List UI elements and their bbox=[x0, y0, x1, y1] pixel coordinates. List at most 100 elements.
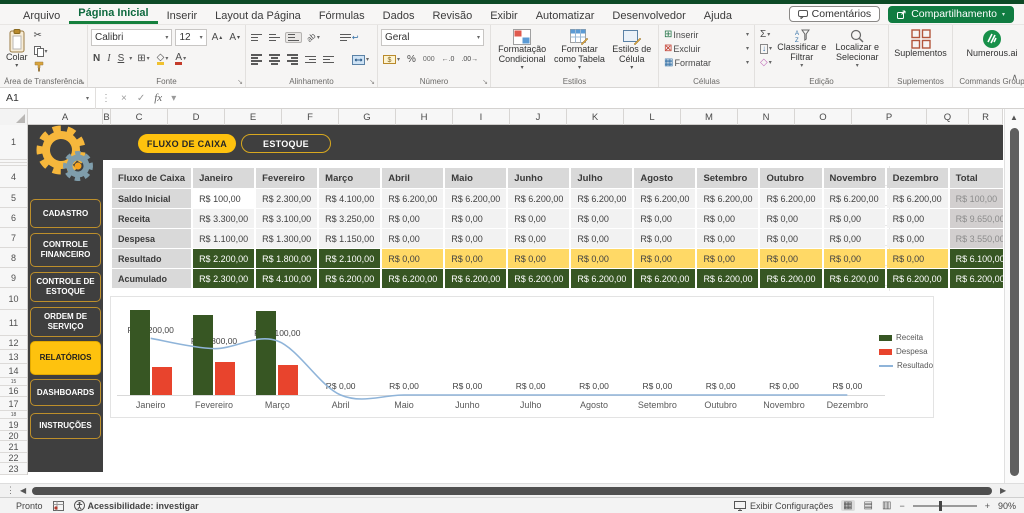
table-total-cell[interactable]: R$ 3.550,00 bbox=[950, 229, 1003, 248]
row-header-6[interactable]: 6 bbox=[0, 208, 27, 228]
menu-tab-formulas[interactable]: Fórmulas bbox=[310, 4, 374, 24]
sidebar-item-cadastro[interactable]: CADASTRO bbox=[30, 199, 101, 228]
table-header-cell[interactable]: Janeiro bbox=[193, 168, 254, 188]
column-header-g[interactable]: G bbox=[339, 109, 396, 125]
table-cell[interactable]: R$ 0,00 bbox=[634, 229, 695, 248]
row-label[interactable]: Saldo Inicial bbox=[112, 189, 191, 208]
sheet-tab-estoque[interactable]: ESTOQUE bbox=[241, 134, 331, 153]
menu-tab-layout-da-pagina[interactable]: Layout da Página bbox=[206, 4, 310, 24]
row-header-16[interactable]: 16 bbox=[0, 386, 27, 397]
row-label[interactable]: Receita bbox=[112, 209, 191, 228]
row-header-15[interactable]: 15 bbox=[0, 378, 27, 386]
select-all-corner[interactable] bbox=[0, 109, 28, 125]
table-header-cell[interactable]: Dezembro bbox=[887, 168, 948, 188]
autosum-button[interactable]: Σ▾ bbox=[758, 29, 774, 41]
column-header-k[interactable]: K bbox=[567, 109, 624, 125]
share-button[interactable]: Compartilhamento ▾ bbox=[888, 6, 1014, 23]
find-select-button[interactable]: Localizar e Selecionar ▾ bbox=[830, 28, 885, 70]
row-header-21[interactable]: 21 bbox=[0, 441, 27, 453]
scroll-left-icon[interactable]: ◀ bbox=[20, 486, 26, 495]
table-cell[interactable]: R$ 6.200,00 bbox=[824, 189, 885, 208]
table-cell[interactable]: R$ 2.200,00 bbox=[193, 249, 254, 268]
table-cell[interactable]: R$ 6.200,00 bbox=[634, 189, 695, 208]
table-total-cell[interactable]: R$ 6.100,00 bbox=[950, 249, 1003, 268]
zoom-slider[interactable] bbox=[913, 505, 977, 507]
table-cell[interactable]: R$ 4.100,00 bbox=[319, 189, 380, 208]
receita-bar[interactable] bbox=[193, 315, 213, 395]
row-header-5[interactable]: 5 bbox=[0, 188, 27, 208]
table-cell[interactable]: R$ 1.150,00 bbox=[319, 229, 380, 248]
table-header-cell[interactable]: Novembro bbox=[824, 168, 885, 188]
format-cells-button[interactable]: ▦Formatar▾ bbox=[662, 57, 751, 69]
increase-font-button[interactable]: A▴ bbox=[210, 32, 225, 44]
dialog-launcher-icon[interactable]: ↘ bbox=[369, 79, 375, 86]
table-header-cell[interactable]: Abril bbox=[382, 168, 443, 188]
table-cell[interactable]: R$ 6.200,00 bbox=[824, 269, 885, 288]
despesa-bar[interactable] bbox=[152, 367, 172, 395]
zoom-out-button[interactable]: − bbox=[899, 501, 904, 511]
scroll-right-icon[interactable]: ▶ bbox=[1000, 486, 1006, 495]
row-header-9[interactable]: 9 bbox=[0, 268, 27, 288]
collapse-ribbon-button[interactable]: ∧ bbox=[1011, 72, 1018, 83]
align-left-button[interactable] bbox=[249, 54, 264, 65]
column-header-e[interactable]: E bbox=[225, 109, 282, 125]
table-cell[interactable]: R$ 2.100,00 bbox=[319, 249, 380, 268]
column-header-f[interactable]: F bbox=[282, 109, 339, 125]
table-cell[interactable]: R$ 0,00 bbox=[824, 229, 885, 248]
horizontal-scrollbar[interactable]: ⋮ ◀ ▶ bbox=[0, 483, 1024, 497]
dialog-launcher-icon[interactable]: ↘ bbox=[79, 79, 85, 86]
table-cell[interactable]: R$ 4.100,00 bbox=[256, 269, 317, 288]
despesa-bar[interactable] bbox=[215, 362, 235, 395]
cancel-icon[interactable]: × bbox=[116, 93, 132, 104]
table-cell[interactable]: R$ 6.200,00 bbox=[634, 269, 695, 288]
menu-tab-ajuda[interactable]: Ajuda bbox=[695, 4, 741, 24]
underline-button[interactable]: S bbox=[116, 53, 127, 65]
orientation-button[interactable]: ab▾ bbox=[305, 32, 322, 44]
table-cell[interactable]: R$ 0,00 bbox=[571, 249, 632, 268]
table-header-cell[interactable]: Total bbox=[950, 168, 1003, 188]
table-header-cell[interactable]: Julho bbox=[571, 168, 632, 188]
table-cell[interactable]: R$ 0,00 bbox=[508, 209, 569, 228]
table-cell[interactable]: R$ 3.100,00 bbox=[256, 209, 317, 228]
table-total-cell[interactable]: R$ 9.650,00 bbox=[950, 209, 1003, 228]
table-cell[interactable]: R$ 2.300,00 bbox=[193, 269, 254, 288]
table-cell[interactable]: R$ 6.200,00 bbox=[760, 189, 821, 208]
table-cell[interactable]: R$ 6.200,00 bbox=[571, 189, 632, 208]
table-cell[interactable]: R$ 0,00 bbox=[887, 229, 948, 248]
row-header-18[interactable]: 18 bbox=[0, 411, 27, 419]
table-cell[interactable]: R$ 6.200,00 bbox=[382, 269, 443, 288]
number-format-select[interactable]: Geral▾ bbox=[381, 29, 484, 46]
name-box[interactable]: A1 ▾ bbox=[0, 88, 96, 109]
dialog-launcher-icon[interactable]: ↘ bbox=[237, 79, 243, 86]
table-cell[interactable]: R$ 0,00 bbox=[382, 209, 443, 228]
column-header-q[interactable]: Q bbox=[927, 109, 969, 125]
row-label[interactable]: Resultado bbox=[112, 249, 191, 268]
accounting-format-button[interactable]: $ ▾ bbox=[381, 54, 402, 66]
row-label[interactable]: Acumulado bbox=[112, 269, 191, 288]
menu-tab-arquivo[interactable]: Arquivo bbox=[14, 4, 69, 24]
zoom-in-button[interactable]: + bbox=[985, 501, 990, 511]
row-header-10[interactable]: 10 bbox=[0, 288, 27, 310]
column-header-b[interactable]: B bbox=[103, 109, 111, 125]
sheet-tab-fluxo-de-caixa[interactable]: FLUXO DE CAIXA bbox=[138, 134, 236, 153]
zoom-slider-thumb[interactable] bbox=[939, 501, 942, 511]
sort-filter-button[interactable]: AZ Classificar e Filtrar ▾ bbox=[774, 28, 829, 70]
table-cell[interactable]: R$ 6.200,00 bbox=[382, 189, 443, 208]
table-cell[interactable]: R$ 1.100,00 bbox=[193, 229, 254, 248]
despesa-bar[interactable] bbox=[278, 365, 298, 395]
table-cell[interactable]: R$ 0,00 bbox=[760, 209, 821, 228]
table-cell[interactable]: R$ 0,00 bbox=[445, 229, 506, 248]
align-right-button[interactable] bbox=[285, 54, 300, 65]
cell-styles-button[interactable]: Estilos de Célula ▾ bbox=[609, 28, 655, 74]
row-header-4[interactable]: 4 bbox=[0, 166, 27, 188]
percent-style-button[interactable]: % bbox=[405, 54, 418, 66]
table-header-cell[interactable]: Fluxo de Caixa bbox=[112, 168, 191, 188]
table-cell[interactable]: R$ 0,00 bbox=[382, 249, 443, 268]
align-bottom-button[interactable] bbox=[285, 32, 302, 44]
comments-button[interactable]: Comentários bbox=[789, 6, 881, 22]
merge-center-button[interactable]: ▾ bbox=[350, 54, 371, 66]
accessibility-status[interactable]: Acessibilidade: investigar bbox=[88, 501, 199, 511]
menu-tab-revisao[interactable]: Revisão bbox=[423, 4, 481, 24]
table-cell[interactable]: R$ 0,00 bbox=[634, 209, 695, 228]
table-header-cell[interactable]: Fevereiro bbox=[256, 168, 317, 188]
